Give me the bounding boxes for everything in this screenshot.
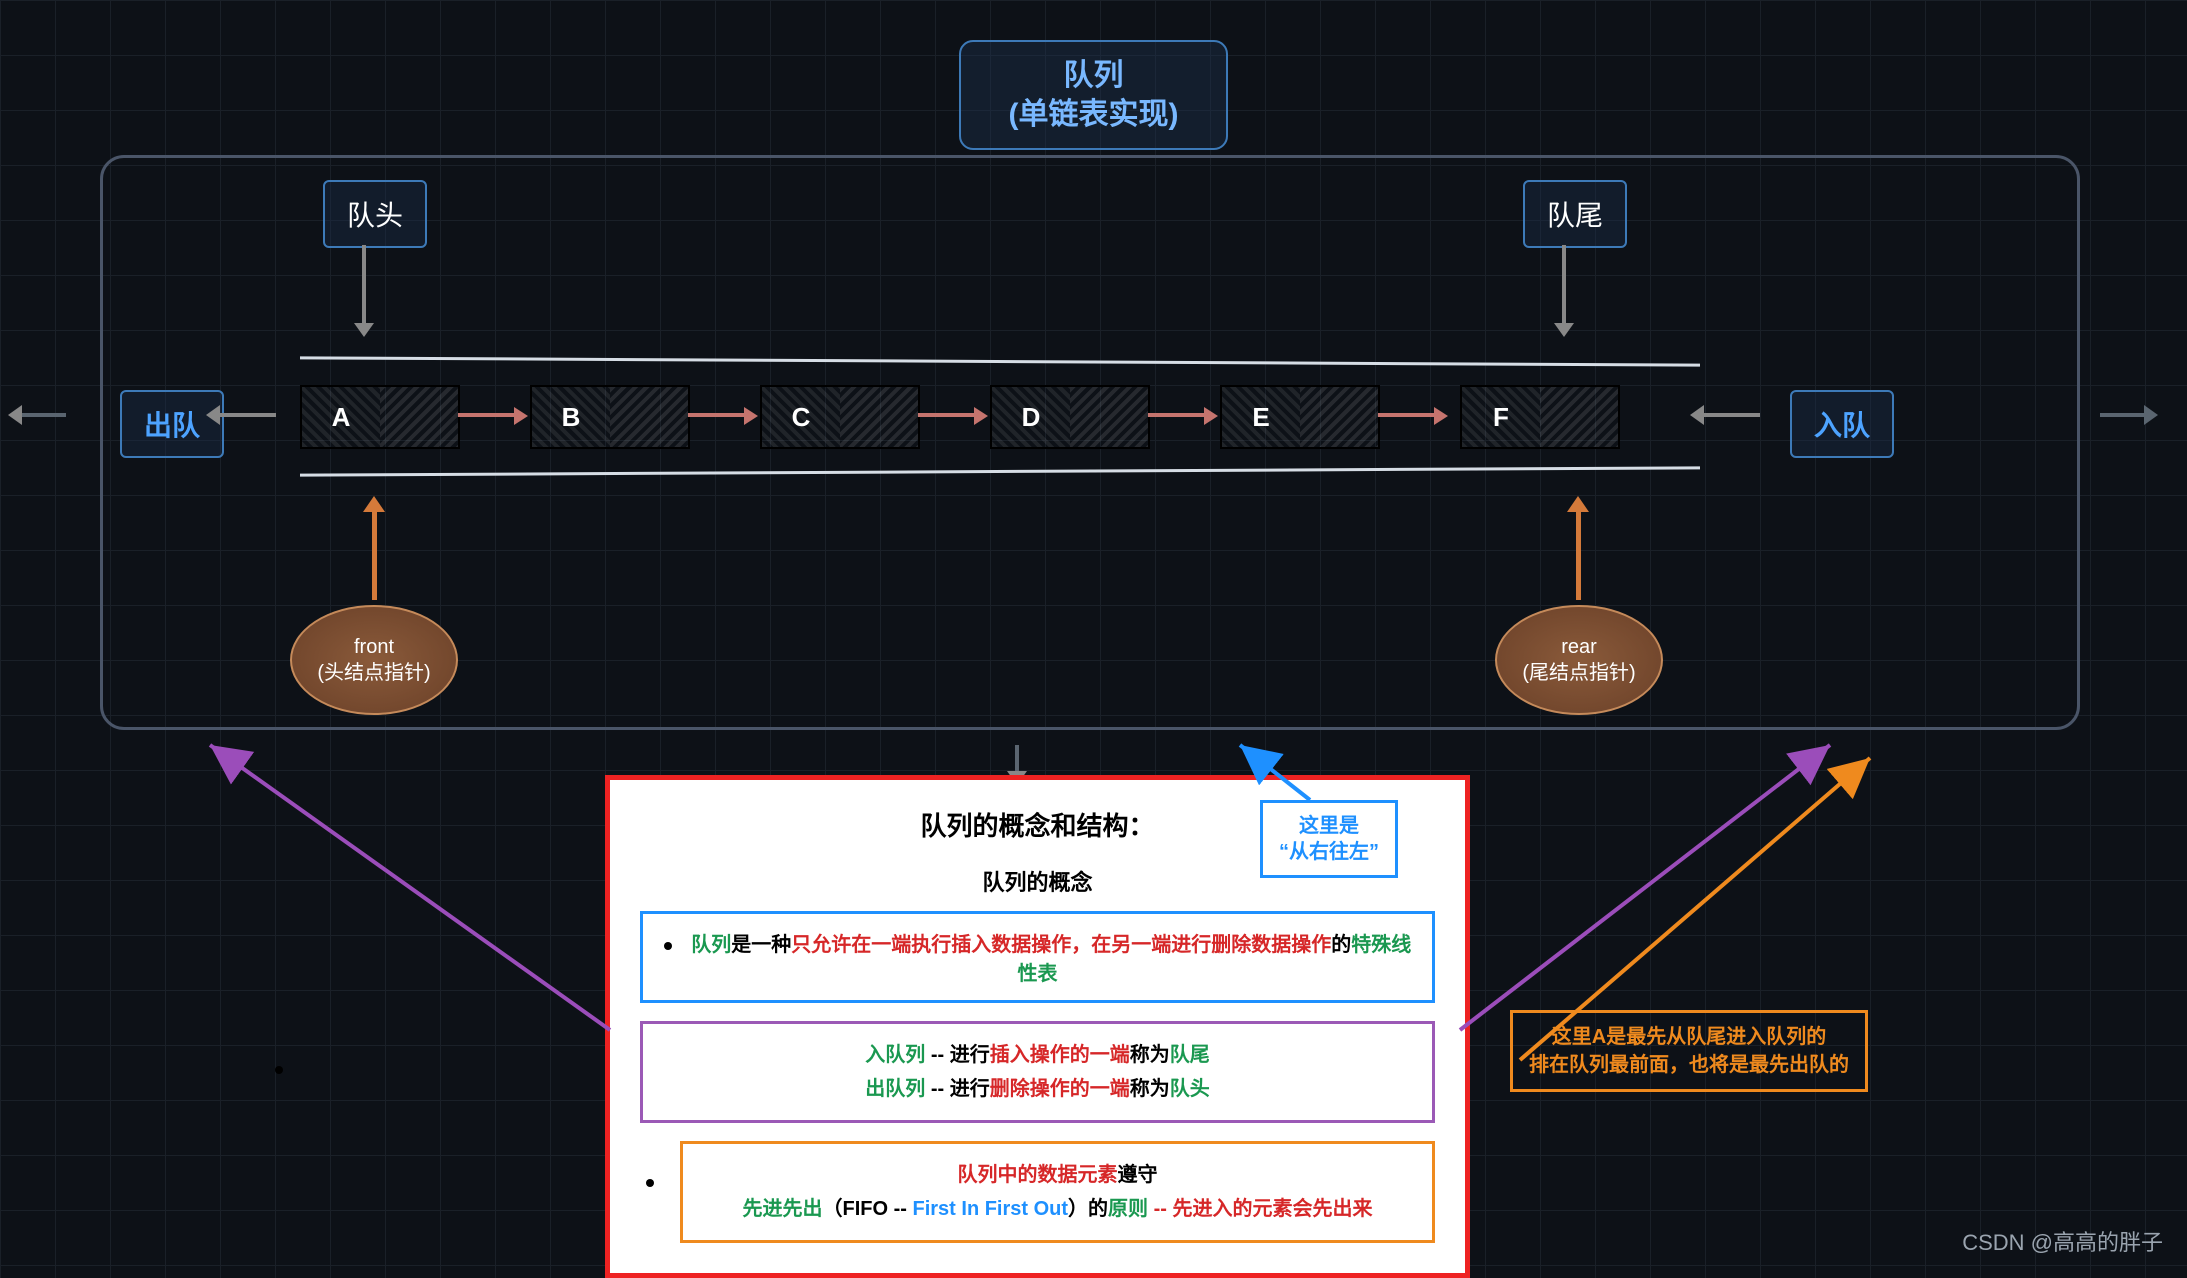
node-D: D [990,385,1150,449]
front-label: front [354,634,394,660]
link-arrow-icon [1378,410,1448,422]
watermark: CSDN @高高的胖子 [1962,1225,2163,1257]
callout-line: 排在队列最前面，也将是最先出队的 [1529,1051,1849,1079]
title-line-2: (单链表实现) [1009,95,1179,134]
outer-left-arrow-icon [20,413,66,417]
link-arrow-icon [688,410,758,422]
tail-arrow-icon [1562,245,1566,325]
head-label: 队头 [323,180,427,248]
callout-line: “从右往左” [1279,839,1379,865]
front-up-arrow-icon [372,510,377,600]
node-pointer [1300,387,1378,447]
node-pointer [610,387,688,447]
node-C: C [760,385,920,449]
node-B: B [530,385,690,449]
enqueue-dequeue-definition: 入队列 -- 进行插入操作的一端称为队尾 出队列 -- 进行删除操作的一端称为队… [640,1021,1435,1123]
callout-explain-a: 这里A是最先从队尾进入队列的 排在队列最前面，也将是最先出队的 [1510,1010,1868,1092]
callout-line: 这里A是最先从队尾进入队列的 [1529,1023,1849,1051]
node-value: C [762,387,840,447]
link-arrow-icon [458,410,528,422]
title-line-1: 队列 [1009,56,1179,95]
node-pointer [1070,387,1148,447]
rear-label: rear [1561,634,1597,660]
front-pointer: front (头结点指针) [290,605,458,715]
node-pointer [1540,387,1618,447]
link-arrow-icon [1148,410,1218,422]
title-down-arrow-icon [1015,745,1019,773]
callout-direction: 这里是 “从右往左” [1260,800,1398,878]
link-arrow-icon [918,410,988,422]
front-sublabel: (头结点指针) [317,660,430,686]
tail-label: 队尾 [1523,180,1627,248]
rear-sublabel: (尾结点指针) [1522,660,1635,686]
node-value: F [1462,387,1540,447]
node-value: A [302,387,380,447]
node-A: A [300,385,460,449]
diagram-title: 队列 (单链表实现) [959,40,1229,150]
node-pointer [840,387,918,447]
enqueue-arrow-icon [1702,413,1760,417]
enqueue-label: 入队 [1790,390,1894,458]
node-value: B [532,387,610,447]
node-value: E [1222,387,1300,447]
fifo-principle: 队列中的数据元素遵守 先进先出（FIFO -- First In First O… [680,1141,1435,1243]
head-arrow-icon [362,245,366,325]
concept-definition: 队列是一种只允许在一端执行插入数据操作，在另一端进行删除数据操作的特殊线性表 [640,911,1435,1003]
node-value: D [992,387,1070,447]
callout-line: 这里是 [1279,813,1379,839]
rear-up-arrow-icon [1576,510,1581,600]
rear-pointer: rear (尾结点指针) [1495,605,1663,715]
node-F: F [1460,385,1620,449]
node-E: E [1220,385,1380,449]
node-pointer [380,387,458,447]
outer-right-arrow-icon [2100,413,2146,417]
dequeue-arrow-icon [218,413,276,417]
